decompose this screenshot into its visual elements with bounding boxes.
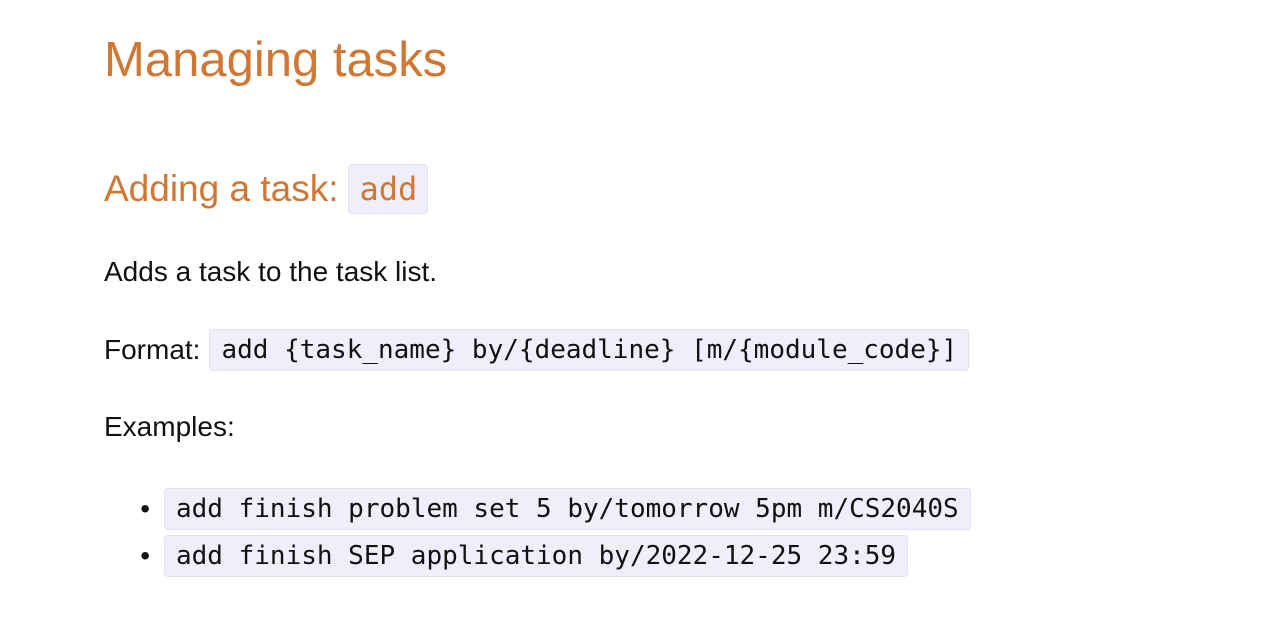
bullet-icon: • bbox=[140, 492, 150, 524]
page-title: Managing tasks bbox=[104, 33, 448, 87]
command-description: Adds a task to the task list. bbox=[104, 256, 438, 287]
example-code: add finish problem set 5 by/tomorrow 5pm… bbox=[164, 487, 971, 530]
section-heading: Adding a task: add bbox=[104, 163, 429, 215]
list-item: • add finish SEP application by/2022-12-… bbox=[104, 532, 971, 579]
command-code: add bbox=[348, 164, 429, 214]
section-heading-text: Adding a task: bbox=[104, 168, 339, 209]
format-label: Format: bbox=[104, 334, 201, 365]
list-item: • add finish problem set 5 by/tomorrow 5… bbox=[104, 485, 971, 532]
bullet-icon: • bbox=[140, 539, 150, 571]
example-code: add finish SEP application by/2022-12-25… bbox=[164, 534, 909, 577]
examples-list: • add finish problem set 5 by/tomorrow 5… bbox=[104, 485, 971, 579]
format-code: add {task_name} by/{deadline} [m/{module… bbox=[209, 329, 970, 371]
format-line: Format: add {task_name} by/{deadline} [m… bbox=[104, 329, 970, 371]
examples-label: Examples: bbox=[104, 411, 235, 442]
